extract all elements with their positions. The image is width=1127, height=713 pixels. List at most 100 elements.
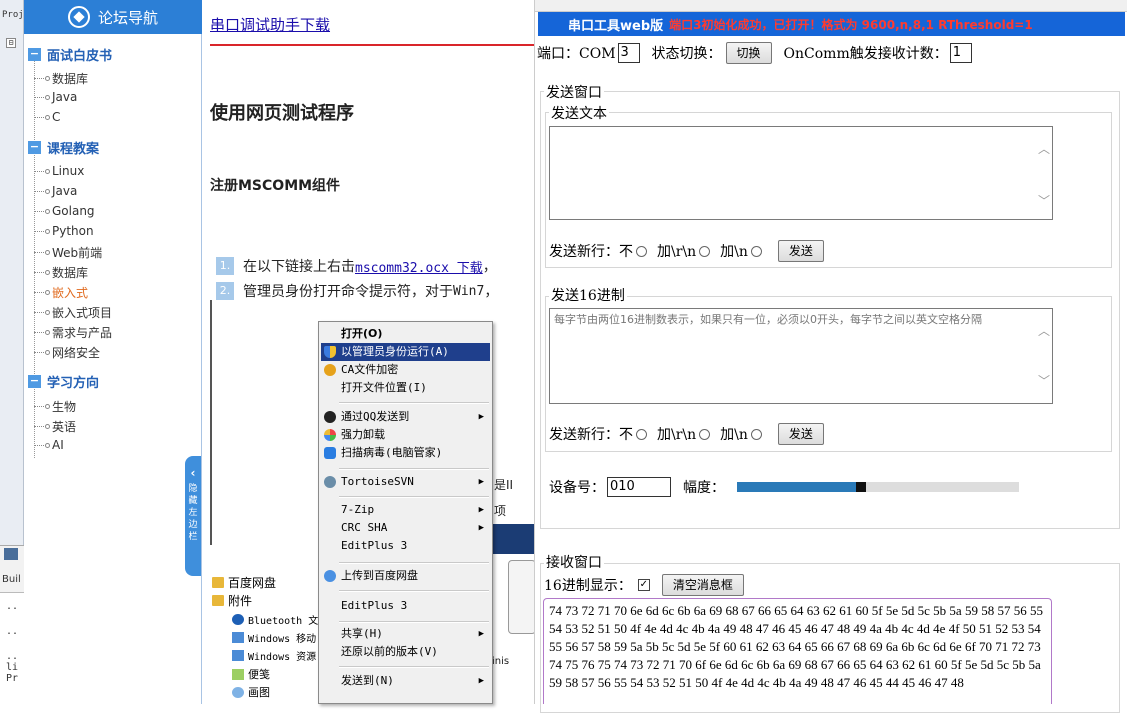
sidebar-item[interactable]: Java xyxy=(34,184,77,198)
radio-label: 加\n xyxy=(720,244,748,260)
hex-display-label: 16进制显示： xyxy=(544,578,632,594)
send-hex-legend: 发送16进制 xyxy=(549,285,627,305)
sidebar-item[interactable]: Linux xyxy=(34,164,84,178)
menu-item-scan-virus[interactable]: 扫描病毒(电脑管家) xyxy=(321,444,490,462)
windows-mobile-icon xyxy=(232,632,244,643)
key-icon xyxy=(324,364,336,376)
radio-label: 加\r\n xyxy=(657,427,697,443)
text-fragment: 项 xyxy=(494,504,507,518)
menu-item-open-location[interactable]: 打开文件位置(I) xyxy=(321,379,490,397)
scroll-down-icon[interactable]: ﹀ xyxy=(1038,192,1050,209)
receive-text-area[interactable]: 74 73 72 71 70 6e 6d 6c 6b 6a 69 68 67 6… xyxy=(543,598,1052,704)
clear-button[interactable]: 清空消息框 xyxy=(661,574,744,596)
category-interview[interactable]: − 面试白皮书 xyxy=(28,45,112,64)
radio-crlf[interactable] xyxy=(699,428,711,440)
menu-item-open[interactable]: 打开(O) xyxy=(321,325,490,343)
sidebar-item[interactable]: C xyxy=(34,110,60,124)
radio-lf[interactable] xyxy=(750,428,762,440)
menu-item-editplus-2[interactable]: EditPlus 3 xyxy=(321,597,490,615)
build-tab[interactable]: Buil xyxy=(2,574,21,585)
device-input[interactable]: 010 xyxy=(607,477,671,497)
hide-sidebar-toggle[interactable]: ‹ 隐藏左边栏 xyxy=(185,456,201,576)
scroll-up-icon[interactable]: ︿ xyxy=(1038,140,1050,157)
sidebar-item[interactable]: 网络安全 xyxy=(34,344,100,361)
output-line: Pr xyxy=(6,673,19,684)
radio-crlf[interactable] xyxy=(699,245,711,257)
download-link[interactable]: 串口调试助手下载 xyxy=(210,14,330,35)
scroll-control[interactable] xyxy=(508,560,535,634)
menu-item-editplus[interactable]: EditPlus 3 xyxy=(321,537,490,555)
start-menu-list: 百度网盘 附件 Bluetooth 文 Windows 移动 Windows 资… xyxy=(212,570,322,704)
sidebar-item[interactable]: Golang xyxy=(34,204,95,218)
oncomm-count-input[interactable]: 1 xyxy=(949,43,972,63)
sidebar-item[interactable]: Python xyxy=(34,224,94,238)
slider-thumb[interactable] xyxy=(856,482,866,492)
send-text-area[interactable] xyxy=(549,126,1053,220)
scroll-down-icon[interactable]: ﹀ xyxy=(1038,372,1050,389)
send-hex-button[interactable]: 发送 xyxy=(777,423,824,445)
menu-item-7zip[interactable]: 7-Zip ▶ xyxy=(321,501,490,519)
sidebar-item[interactable]: 需求与产品 xyxy=(34,324,112,341)
send-hex-area[interactable]: 每字节由两位16进制数表示，如果只有一位，必须以0开头，每字节之间以英文空格分隔 xyxy=(549,308,1053,404)
sidebar-item[interactable]: Java xyxy=(34,90,77,104)
list-item[interactable]: 画图 xyxy=(232,684,270,700)
step-2: 2. 管理员身份打开命令提示符，对于 Win7 ， xyxy=(216,281,498,301)
radio-lf[interactable] xyxy=(750,245,762,257)
scroll-up-icon[interactable]: ︿ xyxy=(1038,322,1050,339)
menu-item-share[interactable]: 共享(H) ▶ xyxy=(321,625,490,643)
port-row: 端口：COM 3 状态切换： 切换 OnComm触发接收计数： 1 xyxy=(537,42,972,64)
list-item[interactable]: 附件 xyxy=(212,592,252,609)
collapse-icon[interactable]: − xyxy=(28,141,41,154)
hex-display-checkbox[interactable]: ✓ xyxy=(637,579,650,591)
dark-block xyxy=(492,524,535,554)
collapse-icon[interactable]: − xyxy=(28,375,41,388)
svn-icon xyxy=(324,476,336,488)
port-input[interactable]: 3 xyxy=(617,43,640,63)
amplitude-fill xyxy=(737,482,861,492)
toggle-button[interactable]: 切换 xyxy=(725,42,772,64)
paint-icon xyxy=(232,686,244,698)
menu-item-run-as-admin[interactable]: 以管理员身份运行(A) xyxy=(321,343,490,361)
project-panel-tab[interactable]: Proj xyxy=(2,10,24,20)
menu-item-uninstall[interactable]: 强力卸载 xyxy=(321,426,490,444)
list-item[interactable]: 百度网盘 xyxy=(212,574,276,591)
sidebar-item[interactable]: AI xyxy=(34,438,64,452)
list-item[interactable]: Windows 资源 xyxy=(232,648,316,663)
sidebar-item[interactable]: 数据库 xyxy=(34,264,88,281)
menu-item-crc-sha[interactable]: CRC SHA ▶ xyxy=(321,519,490,537)
menu-item-tortoisesvn[interactable]: TortoiseSVN ▶ xyxy=(321,473,490,491)
sidebar-item[interactable]: 数据库 xyxy=(34,70,88,87)
mscomm-download-link[interactable]: mscomm32.ocx 下载 xyxy=(355,257,483,276)
list-item[interactable]: Windows 移动 xyxy=(232,630,316,645)
radio-none[interactable] xyxy=(636,245,647,257)
sidebar-item[interactable]: 英语 xyxy=(34,418,76,435)
tool-title-bar: 串口工具web版 端口3初始化成功，已打开！格式为 9600,n,8,1 RTh… xyxy=(538,12,1125,36)
menu-item-restore[interactable]: 还原以前的版本(V) xyxy=(321,643,490,661)
list-item[interactable]: Bluetooth 文 xyxy=(232,612,318,627)
menu-item-send-qq[interactable]: 通过QQ发送到 ▶ xyxy=(321,408,490,426)
sidebar-item[interactable]: 嵌入式项目 xyxy=(34,304,112,321)
menu-item-ca-encrypt[interactable]: CA文件加密 xyxy=(321,361,490,379)
send-button[interactable]: 发送 xyxy=(777,240,824,262)
tree-collapse-icon[interactable]: ⊟ xyxy=(6,38,16,48)
sidebar-item-active[interactable]: 嵌入式 xyxy=(34,284,88,301)
newline-row: 发送新行： 不 加\r\n 加\n 发送 xyxy=(549,240,824,262)
panel-icon xyxy=(4,548,18,560)
output-line: .. xyxy=(6,601,19,612)
sidebar-header: 论坛导航 xyxy=(24,0,202,34)
menu-item-baidu-upload[interactable]: 上传到百度网盘 xyxy=(321,567,490,585)
collapse-icon[interactable]: − xyxy=(28,48,41,61)
category-courses[interactable]: − 课程教案 xyxy=(28,138,99,157)
amplitude-slider[interactable] xyxy=(737,482,1019,492)
sidebar-item[interactable]: Web前端 xyxy=(34,244,102,261)
menu-item-send-to[interactable]: 发送到(N) ▶ xyxy=(321,672,490,690)
explorer-icon xyxy=(232,650,244,661)
radio-label: 不 xyxy=(619,427,633,443)
receive-window-legend: 接收窗口 xyxy=(544,552,604,572)
step-1: 1. 在以下链接上右击 mscomm32.ocx 下载 ， xyxy=(216,256,497,276)
category-learning[interactable]: − 学习方向 xyxy=(28,372,99,391)
list-item[interactable]: 便笺 xyxy=(232,666,270,682)
radio-none[interactable] xyxy=(636,428,647,440)
submenu-arrow-icon: ▶ xyxy=(478,505,484,515)
sidebar-item[interactable]: 生物 xyxy=(34,398,76,415)
